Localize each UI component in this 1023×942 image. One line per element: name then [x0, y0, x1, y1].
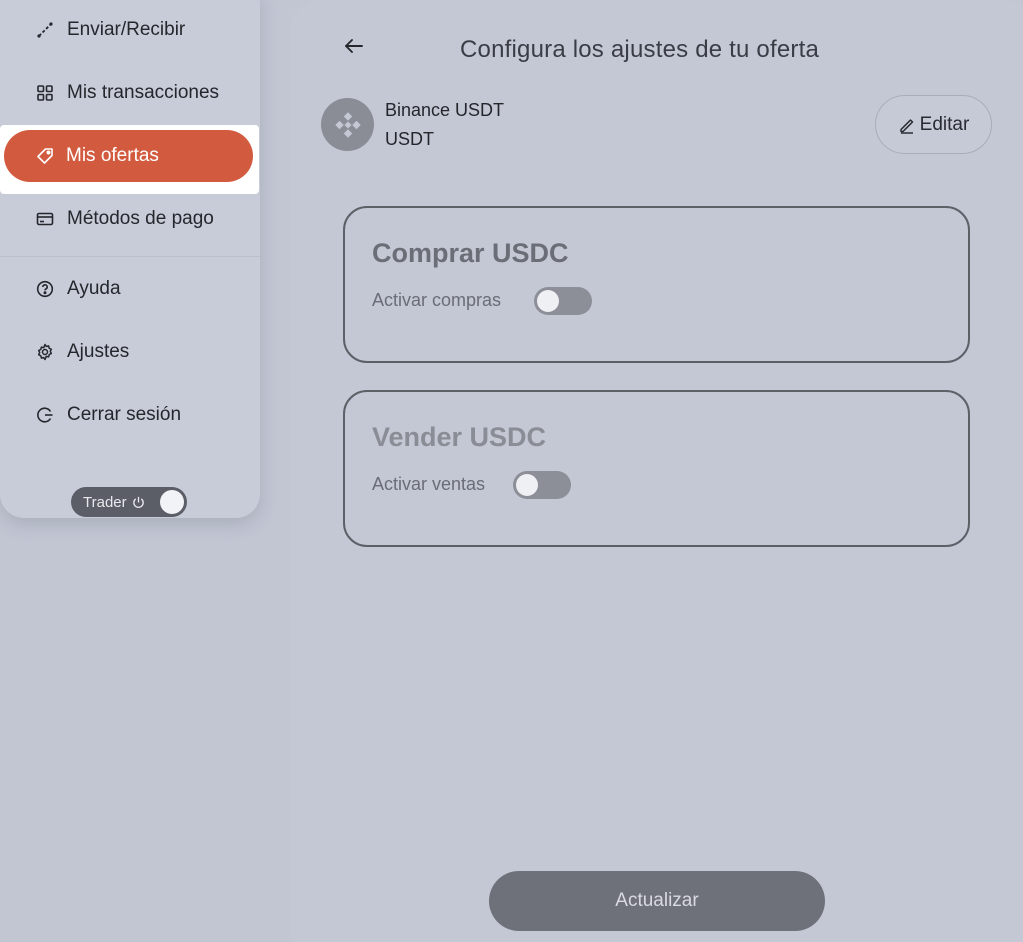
page-title: Configura los ajustes de tu oferta	[460, 36, 820, 63]
sidebar-item-enviar-recibir[interactable]: Enviar/Recibir	[0, 4, 260, 56]
card-icon	[36, 210, 54, 228]
offer-settings-panel: Configura los ajustes de tu oferta Binan…	[290, 0, 1023, 942]
sell-toggle-label: Activar ventas	[372, 474, 486, 494]
grid-icon	[36, 84, 54, 102]
app-screen: Enviar/Recibir Mis transacciones Mis ofe…	[0, 0, 1023, 942]
sell-toggle-knob	[516, 474, 538, 496]
back-button[interactable]	[342, 34, 366, 58]
buy-card: Comprar USDC Activar compras	[343, 206, 970, 363]
sell-card-title: Vender USDC	[372, 422, 547, 452]
asset-symbol: USDT	[385, 129, 434, 149]
edit-button-label: Editar	[919, 113, 970, 135]
asset-name: Binance USDT	[385, 100, 505, 120]
pencil-icon	[899, 118, 913, 134]
sell-card: Vender USDC Activar ventas	[343, 390, 970, 547]
arrow-left-icon	[345, 39, 363, 53]
sidebar-item-label: Cerrar sesión	[67, 404, 182, 425]
power-icon	[131, 495, 146, 510]
trader-toggle[interactable]: Trader	[71, 487, 187, 517]
logout-icon	[36, 406, 54, 424]
sidebar-divider	[0, 256, 260, 257]
buy-toggle-knob	[537, 290, 559, 312]
sidebar-item-ayuda[interactable]: Ayuda	[0, 263, 260, 315]
sidebar-item-label: Métodos de pago	[67, 208, 214, 229]
sidebar-item-ajustes[interactable]: Ajustes	[0, 326, 260, 378]
update-button[interactable]: Actualizar	[489, 871, 825, 931]
sidebar-item-mis-ofertas[interactable]: Mis ofertas	[4, 130, 253, 182]
buy-card-title: Comprar USDC	[372, 238, 569, 268]
sidebar-item-label: Enviar/Recibir	[67, 19, 186, 40]
sidebar-item-cerrar-sesion[interactable]: Cerrar sesión	[0, 389, 260, 441]
edit-button[interactable]: Editar	[875, 95, 992, 154]
sidebar-item-label: Ajustes	[67, 341, 130, 362]
sidebar-item-metodos-de-pago[interactable]: Métodos de pago	[0, 193, 260, 245]
sidebar-item-label: Ayuda	[67, 278, 121, 299]
buy-toggle-label: Activar compras	[372, 290, 502, 310]
trader-toggle-label: Trader	[83, 493, 127, 511]
trader-toggle-knob	[160, 490, 184, 514]
gear-icon	[36, 343, 54, 361]
sidebar-item-mis-transacciones[interactable]: Mis transacciones	[0, 67, 260, 119]
tag-icon	[36, 147, 54, 165]
sell-toggle[interactable]	[513, 471, 571, 499]
sidebar: Enviar/Recibir Mis transacciones Mis ofe…	[0, 0, 260, 518]
arrows-diagonal-icon	[36, 21, 54, 39]
sidebar-item-label: Mis transacciones	[67, 82, 220, 103]
sidebar-item-label: Mis ofertas	[66, 145, 159, 166]
help-circle-icon	[36, 280, 54, 298]
sidebar-item-mis-ofertas-highlight: Mis ofertas	[0, 125, 259, 194]
buy-toggle[interactable]	[534, 287, 592, 315]
binance-icon	[321, 98, 374, 151]
